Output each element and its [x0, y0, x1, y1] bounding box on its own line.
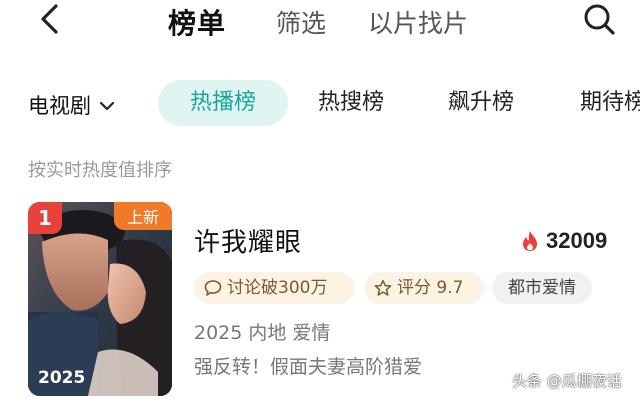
category-dropdown[interactable]: 电视剧 [28, 90, 115, 120]
chip-hot-search[interactable]: 热搜榜 [318, 80, 384, 126]
flame-icon [523, 231, 537, 251]
tag-score-label: 评分 9.7 [397, 278, 464, 298]
rank-badge: 1 [28, 202, 62, 234]
new-badge: 上新 [114, 202, 172, 230]
poster-image[interactable]: 1 上新 2025 [28, 202, 172, 396]
chip-anticipated[interactable]: 期待榜 [580, 80, 640, 126]
tab-filter[interactable]: 筛选 [276, 4, 326, 40]
chip-rising[interactable]: 飙升榜 [448, 80, 514, 126]
item-meta: 2025 内地 爱情 [194, 322, 331, 344]
star-icon [374, 279, 392, 297]
item-description: 强反转！假面夫妻高阶猎爱 [194, 356, 423, 378]
tab-find-similar[interactable]: 以片找片 [368, 4, 468, 40]
tag-discussion: 讨论破300万 [194, 272, 354, 304]
category-dropdown-label: 电视剧 [28, 94, 91, 118]
item-title[interactable]: 许我耀眼 [194, 222, 302, 259]
back-button[interactable] [34, 4, 64, 34]
tag-genre: 都市爱情 [492, 272, 592, 304]
chat-bubble-icon [204, 279, 222, 297]
tag-discussion-label: 讨论破300万 [227, 278, 328, 298]
heat-score: 32009 [520, 228, 607, 254]
heat-value: 32009 [546, 228, 608, 253]
chevron-left-icon [41, 4, 58, 34]
top-bar: 榜单 筛选 以片找片 [0, 0, 640, 44]
watermark: 头条 @瓜棚夜话 [512, 372, 622, 390]
poster-year: 2025 [38, 368, 86, 388]
chevron-down-icon [99, 101, 115, 111]
chip-hot-play[interactable]: 热播榜 [158, 80, 288, 126]
search-button[interactable] [580, 0, 618, 38]
category-bar: 电视剧 热播榜 热搜榜 飙升榜 期待榜 [0, 78, 640, 128]
tag-score: 评分 9.7 [364, 272, 484, 304]
search-icon [584, 4, 615, 35]
page-title: 榜单 [168, 7, 227, 40]
sort-hint: 按实时热度值排序 [28, 160, 172, 181]
